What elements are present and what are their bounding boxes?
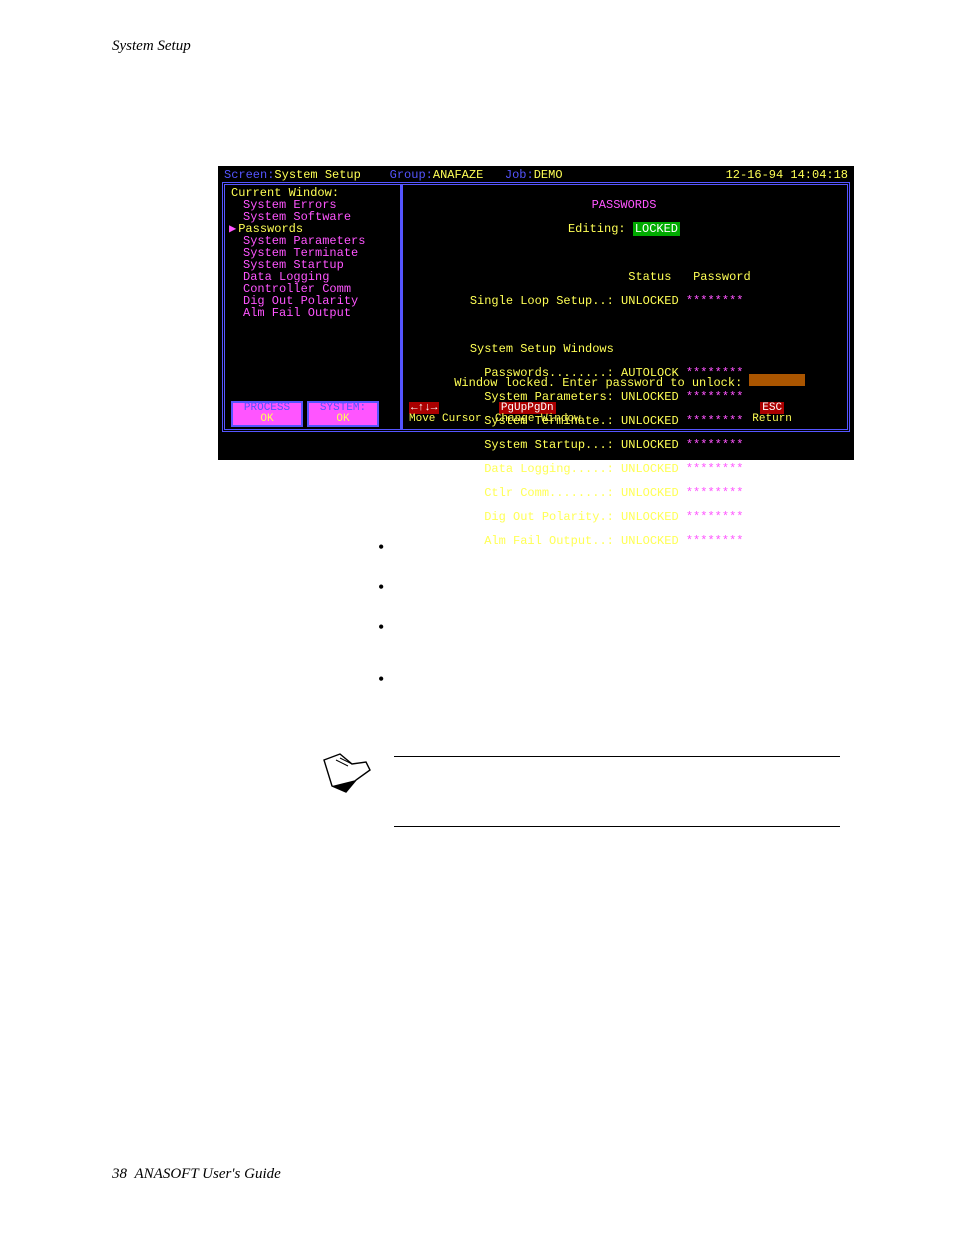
terminal-topbar: Screen:System Setup Group:ANAFAZE Job:DE…	[220, 168, 852, 182]
pw-row: Alm Fail Output..: UNLOCKED ********	[405, 535, 843, 547]
horizontal-rule	[394, 826, 840, 827]
bullet-icon: •	[378, 538, 384, 556]
job-value: DEMO	[534, 168, 563, 182]
page-label: Change Window	[495, 413, 581, 425]
footer-title: ANASOFT User's Guide	[135, 1166, 281, 1182]
pw-row: Dig Out Polarity.: UNLOCKED ********	[405, 511, 843, 523]
status-boxes: PROCESS OK SYSTEM: OK	[231, 401, 379, 427]
page-number: 38	[112, 1166, 127, 1182]
datetime-value: 12-16-94 14:04:18	[726, 169, 848, 181]
editing-label: Editing:	[568, 222, 626, 236]
bullet-list: • • • •	[378, 538, 384, 710]
column-headers: Status Password	[405, 271, 843, 283]
section-header: System Setup Windows	[405, 343, 843, 355]
screen-value: System Setup	[274, 168, 360, 182]
job-label: Job:	[505, 168, 534, 182]
process-value: OK	[234, 414, 300, 425]
pw-row: Data Logging.....: UNLOCKED ********	[405, 463, 843, 475]
system-value: OK	[310, 414, 376, 425]
note-hand-icon	[322, 752, 372, 794]
passwords-title: PASSWORDS	[405, 199, 843, 211]
group-value: ANAFAZE	[433, 168, 483, 182]
bullet-icon: •	[378, 670, 384, 688]
process-status-box: PROCESS OK	[231, 401, 303, 427]
editing-value: LOCKED	[633, 222, 680, 236]
terminal-screenshot: Screen:System Setup Group:ANAFAZE Job:DE…	[218, 166, 854, 460]
system-status-box: SYSTEM: OK	[307, 401, 379, 427]
menu-item[interactable]: Alm Fail Output	[229, 307, 397, 319]
menu-pane: Current Window: System Errors System Sof…	[229, 187, 397, 319]
editing-row: Editing: LOCKED	[405, 223, 843, 235]
page-footer: 38 ANASOFT User's Guide	[112, 1166, 281, 1183]
pw-row: Ctlr Comm........: UNLOCKED ********	[405, 487, 843, 499]
horizontal-rule	[394, 756, 840, 757]
bullet-icon: •	[378, 578, 384, 596]
bullet-icon: •	[378, 618, 384, 636]
page-header: System Setup	[112, 38, 191, 55]
arrows-label: Move Cursor	[409, 413, 482, 425]
screen-label: Screen:	[224, 168, 274, 182]
password-input[interactable]	[749, 374, 805, 386]
group-label: Group:	[390, 168, 433, 182]
esc-label: Return	[752, 413, 792, 425]
pw-row: System Startup...: UNLOCKED ********	[405, 439, 843, 451]
unlock-prompt: Window locked. Enter password to unlock:	[411, 362, 805, 401]
inner-frame: Current Window: System Errors System Sof…	[222, 182, 850, 432]
single-loop-row: Single Loop Setup..: UNLOCKED ********	[405, 295, 843, 307]
vertical-separator	[400, 185, 403, 429]
hint-bar: ←↑↓→ PgUpPgDn ESC Move Cursor Change Win…	[409, 403, 841, 425]
